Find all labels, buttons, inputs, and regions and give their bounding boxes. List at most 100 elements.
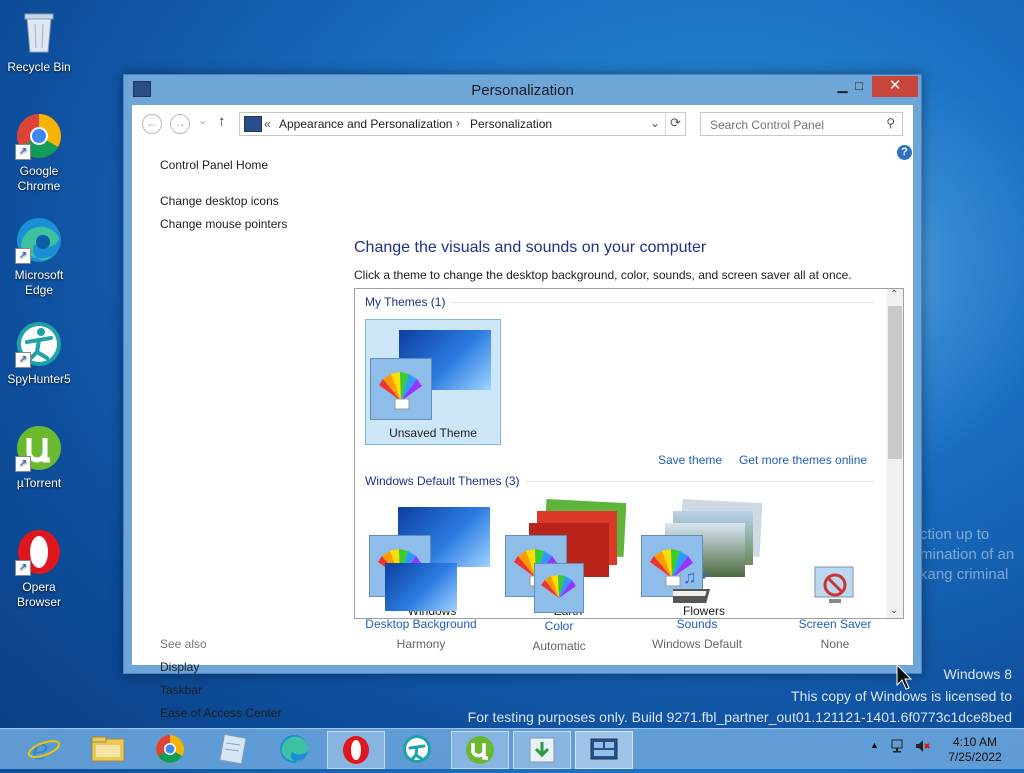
volume-muted-icon[interactable] <box>914 738 930 757</box>
forward-button[interactable]: → <box>170 114 190 134</box>
taskbar-link[interactable]: Taskbar <box>160 683 202 697</box>
show-hidden-icons-button[interactable]: ▲ <box>870 740 879 750</box>
chrome-icon: ↗ <box>15 112 63 160</box>
shortcut-arrow-icon: ↗ <box>15 560 31 576</box>
my-themes-heading: My Themes (1) <box>365 295 446 309</box>
recycle-bin-icon <box>15 8 63 56</box>
watermark-line-3: For testing purposes only. Build 9271.fb… <box>467 709 1012 725</box>
svg-text:e: e <box>32 733 49 766</box>
taskbar-spyhunter[interactable] <box>389 731 445 767</box>
edge-icon <box>280 735 309 763</box>
back-button[interactable]: ← <box>142 114 162 134</box>
screen-saver-setting[interactable]: Screen Saver None <box>776 563 894 651</box>
see-also-heading: See also <box>160 637 207 651</box>
breadcrumb-separator[interactable]: › <box>456 116 460 130</box>
color-value: Automatic <box>532 639 586 653</box>
section-divider <box>525 481 875 482</box>
desktop-background-setting[interactable]: Desktop Background Harmony <box>354 563 488 651</box>
taskbar-control-panel[interactable] <box>575 731 633 769</box>
recent-locations-dropdown[interactable]: ⌄ <box>198 114 207 127</box>
change-mouse-pointers-link[interactable]: Change mouse pointers <box>160 217 287 231</box>
scrollbar-thumb[interactable] <box>888 306 902 459</box>
up-button[interactable]: ↑ <box>218 113 226 130</box>
mouse-cursor-icon <box>896 663 913 695</box>
search-box[interactable]: ⚲ <box>700 112 903 136</box>
desktop-icon-label: Recycle Bin <box>7 60 71 74</box>
control-panel-home-link[interactable]: Control Panel Home <box>160 158 268 172</box>
sounds-value: Windows Default <box>651 637 743 651</box>
sounds-label[interactable]: Sounds <box>632 617 762 631</box>
shortcut-arrow-icon: ↗ <box>15 352 31 368</box>
clock-time: 4:10 AM <box>952 735 998 749</box>
installer-icon <box>529 737 555 763</box>
close-button[interactable]: ✕ <box>872 76 918 97</box>
opera-icon <box>343 736 369 764</box>
desktop-icon-label: Opera Browser <box>16 580 61 609</box>
desktop-icon-microsoft-edge[interactable]: ↗ Microsoft Edge <box>1 216 77 298</box>
address-bar[interactable]: « Appearance and Personalization › Perso… <box>239 112 686 136</box>
windows-default-themes-heading: Windows Default Themes (3) <box>365 474 520 488</box>
breadcrumb-personalization[interactable]: Personalization <box>470 117 552 131</box>
save-theme-link[interactable]: Save theme <box>658 453 722 467</box>
utorrent-icon: ↗ <box>15 424 63 472</box>
spyhunter-icon <box>403 735 431 763</box>
shortcut-arrow-icon: ↗ <box>15 456 31 472</box>
window-client-area: ← → ⌄ ↑ « Appearance and Personalization… <box>132 105 913 720</box>
background-faded-text: ction up to mination of an kang criminal <box>920 526 1015 583</box>
desktop-icon-google-chrome[interactable]: ↗ Google Chrome <box>1 112 77 194</box>
folder-icon <box>91 736 125 762</box>
divider <box>665 113 666 135</box>
chevron-down-icon[interactable]: ⌄ <box>650 116 660 130</box>
desktop-icon-recycle-bin[interactable]: Recycle Bin <box>1 8 77 75</box>
desktop-background-value: Harmony <box>396 637 446 651</box>
network-icon[interactable] <box>890 738 906 757</box>
search-icon[interactable]: ⚲ <box>886 116 895 130</box>
taskbar-utorrent[interactable] <box>451 731 509 769</box>
title-bar[interactable]: Personalization ▁ □ ✕ <box>124 75 921 103</box>
utorrent-icon <box>466 736 494 764</box>
clock-date: 7/25/2022 <box>948 750 1002 764</box>
internet-explorer-icon: e <box>27 733 61 766</box>
breadcrumb-overflow[interactable]: « <box>264 117 271 131</box>
ease-of-access-center-link[interactable]: Ease of Access Center <box>160 706 281 720</box>
search-input[interactable] <box>708 115 882 135</box>
color-setting[interactable]: Color Automatic <box>502 563 616 653</box>
sounds-setting[interactable]: ♫ ♪ Sounds Windows Default <box>632 563 762 651</box>
screen-saver-label[interactable]: Screen Saver <box>776 617 894 631</box>
desktop-icon-utorrent[interactable]: ↗ µTorrent <box>1 424 77 491</box>
wallpaper-thumbnail <box>385 563 457 611</box>
desktop-background-label[interactable]: Desktop Background <box>354 617 488 631</box>
screen-saver-value: None <box>820 637 850 651</box>
display-link[interactable]: Display <box>160 660 199 674</box>
shortcut-arrow-icon: ↗ <box>15 248 31 264</box>
personalization-window: Personalization ▁ □ ✕ ← → ⌄ ↑ « Appearan… <box>123 74 922 720</box>
section-divider <box>451 302 875 303</box>
get-more-themes-link[interactable]: Get more themes online <box>739 453 867 467</box>
taskbar-opera[interactable] <box>327 731 385 769</box>
scroll-up-arrow-icon[interactable]: ⌃ <box>890 289 898 300</box>
desktop-icon-opera-browser[interactable]: ↗ Opera Browser <box>1 528 77 610</box>
taskbar-internet-explorer[interactable]: e <box>16 731 72 767</box>
system-clock[interactable]: 4:10 AM 7/25/2022 <box>940 735 1010 765</box>
theme-unsaved[interactable]: Unsaved Theme <box>365 319 501 445</box>
page-title: Change the visuals and sounds on your co… <box>354 239 707 256</box>
desktop-icon-label: Microsoft Edge <box>14 268 64 297</box>
refresh-icon[interactable]: ⟳ <box>670 115 681 131</box>
taskbar-notepad[interactable] <box>204 731 260 767</box>
sounds-icon: ♫ ♪ <box>666 563 721 611</box>
change-desktop-icons-link[interactable]: Change desktop icons <box>160 194 279 208</box>
theme-name: Unsaved Theme <box>389 426 477 440</box>
opera-icon: ↗ <box>15 528 63 576</box>
taskbar-google-chrome[interactable] <box>142 731 198 767</box>
taskbar-file-explorer[interactable] <box>80 731 136 767</box>
maximize-button[interactable]: □ <box>846 76 872 97</box>
desktop-icon-spyhunter5[interactable]: ↗ SpyHunter5 <box>1 320 77 387</box>
control-panel-icon <box>244 116 262 132</box>
color-label[interactable]: Color <box>502 619 616 633</box>
breadcrumb-appearance[interactable]: Appearance and Personalization <box>279 117 452 131</box>
taskbar-microsoft-edge[interactable] <box>266 731 322 767</box>
notepad-icon <box>219 733 247 765</box>
taskbar-installer[interactable] <box>513 731 571 769</box>
help-icon[interactable]: ? <box>897 145 912 160</box>
edge-icon: ↗ <box>15 216 63 264</box>
